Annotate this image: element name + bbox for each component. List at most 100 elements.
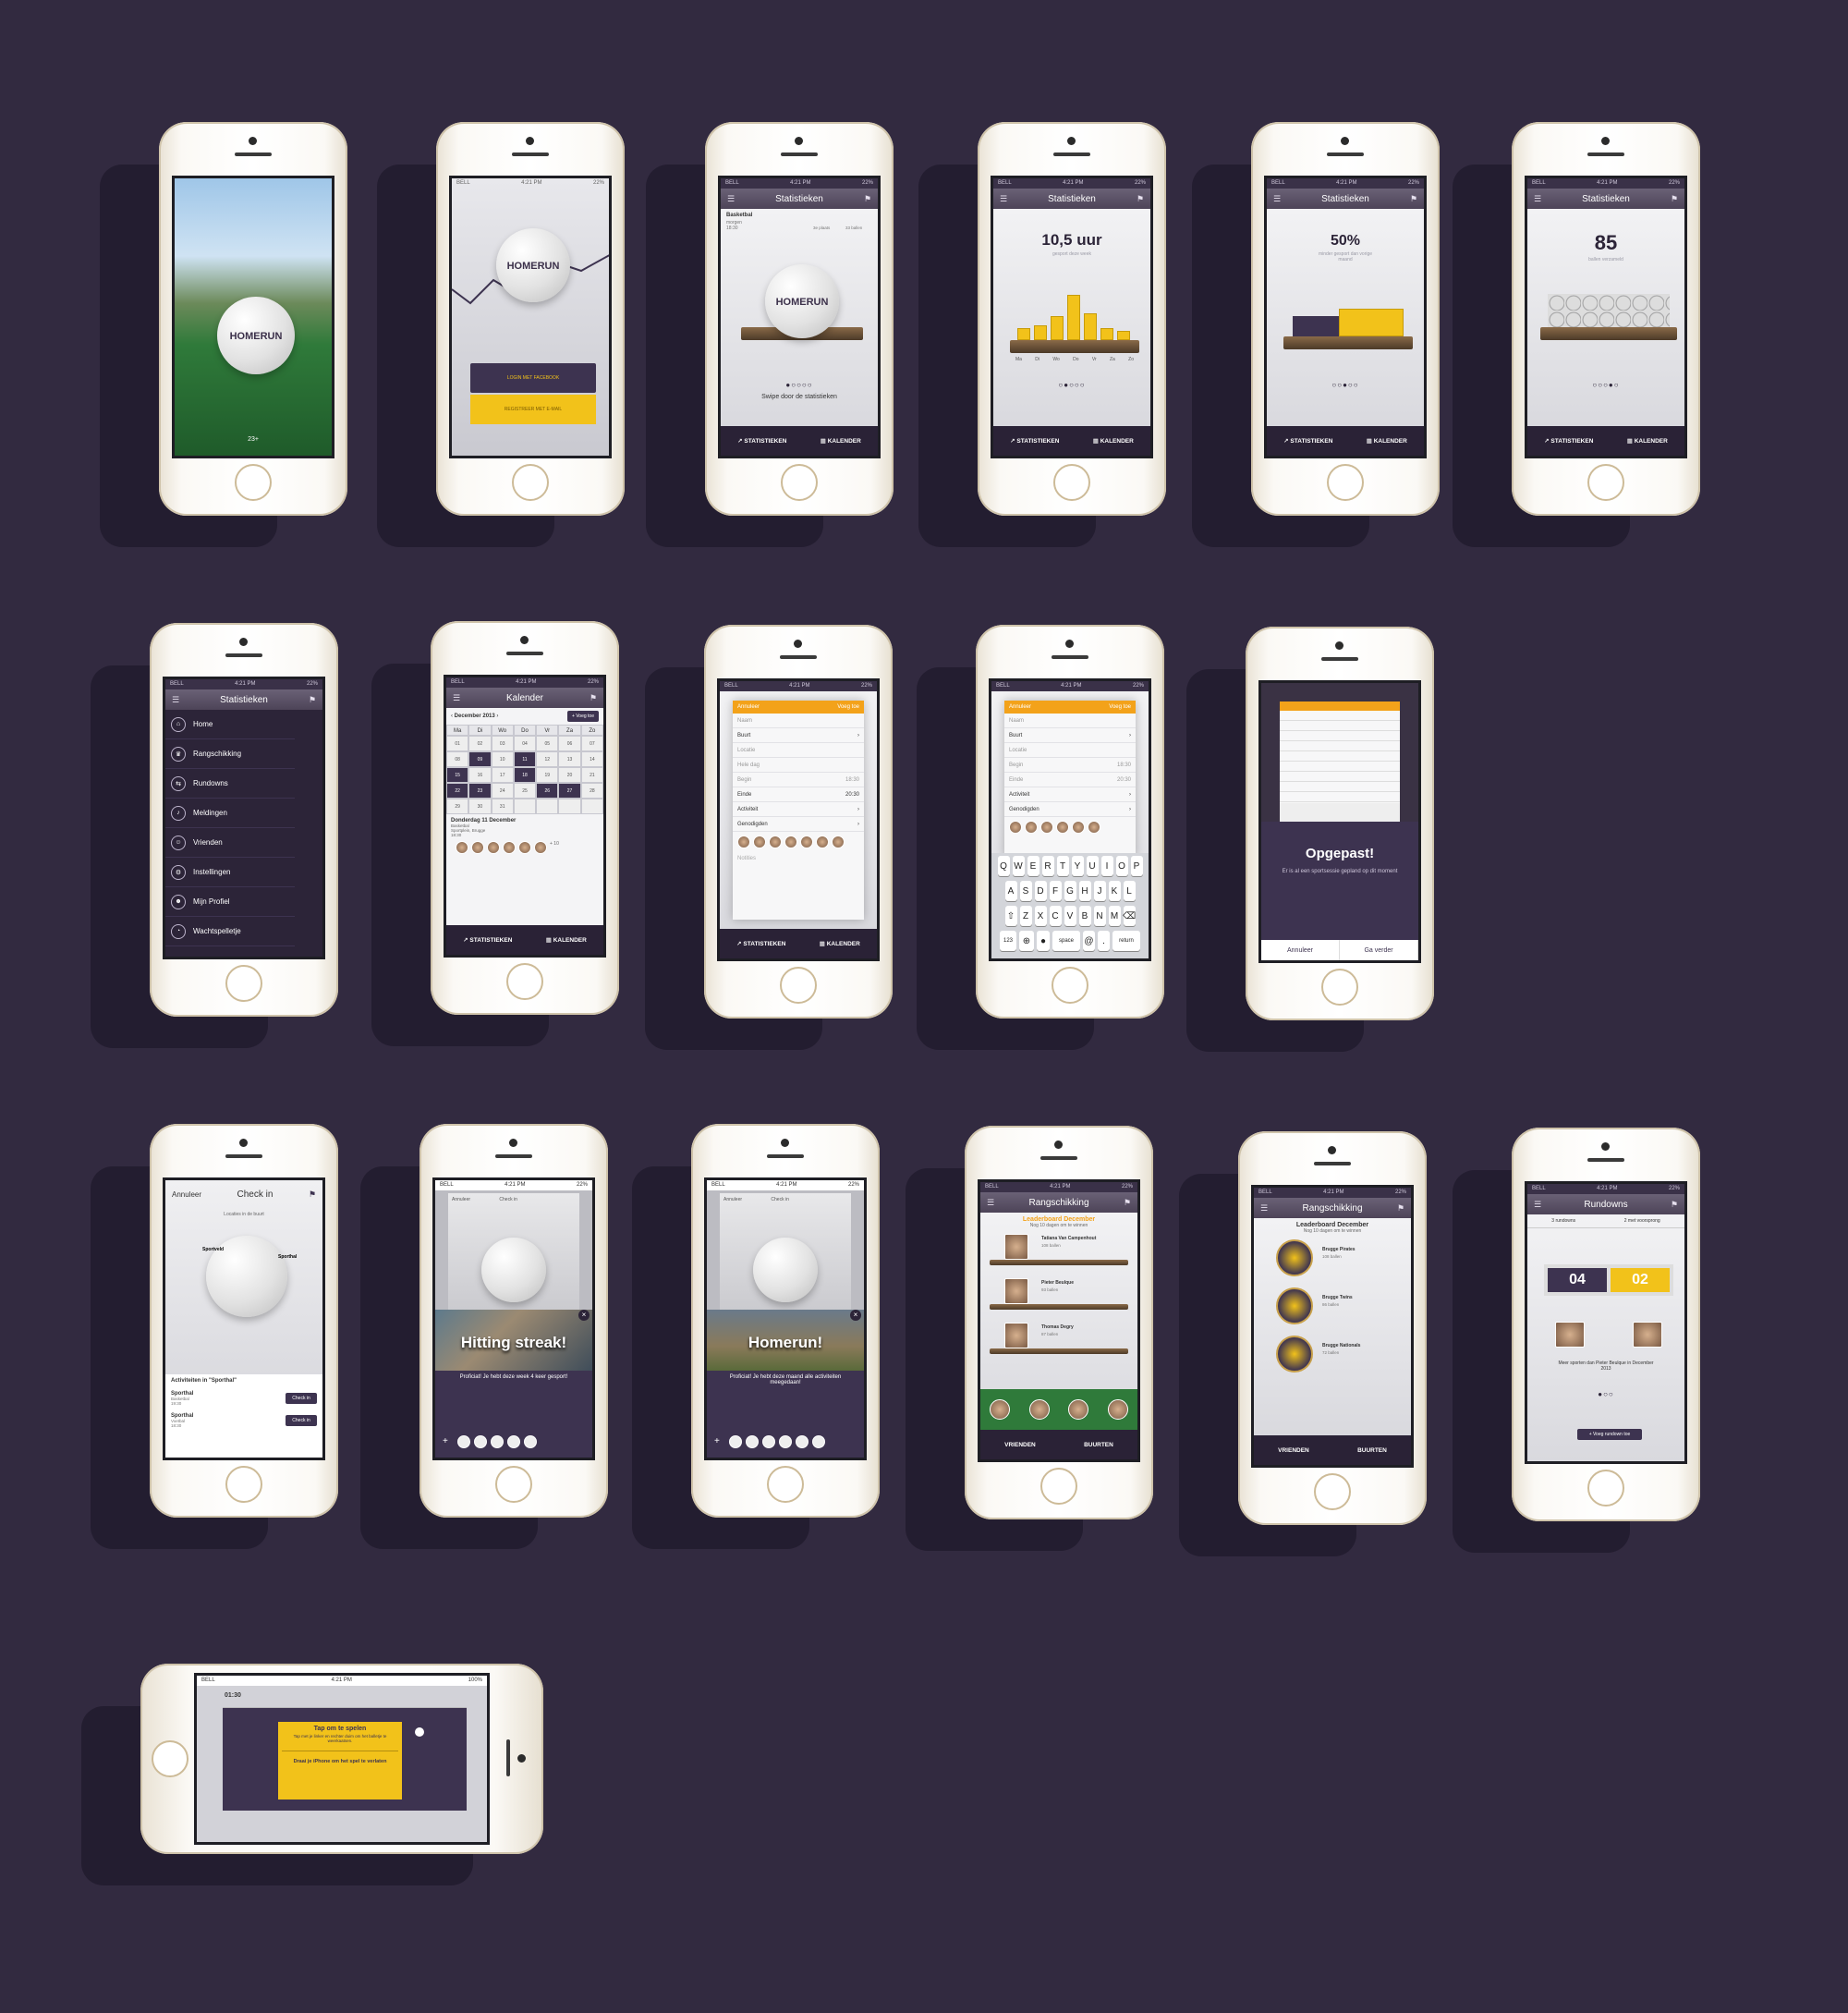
key[interactable]: Z (1019, 906, 1032, 926)
key[interactable]: W (1012, 856, 1025, 876)
tab-statistics[interactable]: ↗ STATISTIEKEN (1010, 437, 1059, 445)
form-row[interactable]: Einde 20:30 (733, 787, 864, 802)
menu-item[interactable]: ☻ Mijn Profiel (165, 887, 295, 917)
key[interactable]: B (1078, 906, 1091, 926)
page-dots[interactable]: ●○○ (1527, 1390, 1684, 1398)
form-row[interactable]: Locatie (733, 743, 864, 758)
tab-calendar[interactable]: ▦ KALENDER (1367, 437, 1407, 445)
calendar-day[interactable]: 20 (558, 767, 581, 783)
menu-item[interactable]: ⌂ Home (165, 710, 295, 739)
calendar-day[interactable]: 14 (580, 751, 603, 767)
home-button[interactable] (235, 464, 272, 501)
location-pin[interactable]: Sportveld (202, 1247, 224, 1252)
home-button[interactable] (225, 1466, 262, 1503)
team-row[interactable]: Brugge Pirates 108 ballen (1263, 1234, 1402, 1282)
key[interactable]: E (1027, 856, 1040, 876)
calendar-day[interactable]: 26 (536, 783, 559, 799)
team-row[interactable]: Brugge Nationals 72 ballen (1263, 1330, 1402, 1378)
calendar-day[interactable]: 25 (513, 783, 537, 799)
key[interactable]: I (1100, 856, 1113, 876)
tab-neighbours[interactable]: BUURTEN (1357, 1447, 1387, 1454)
calendar-day[interactable]: 02 (468, 736, 492, 751)
at-key[interactable]: @ (1083, 931, 1095, 951)
globe-icon[interactable]: ⊕ (1019, 931, 1034, 951)
flag-icon[interactable]: ⚑ (1397, 1203, 1404, 1214)
key[interactable]: G (1064, 881, 1076, 901)
menu-item[interactable]: ♛ Rangschikking (165, 739, 295, 769)
cancel-button[interactable]: Annuleer (1261, 940, 1340, 960)
menu-icon[interactable]: ☰ (1534, 1200, 1541, 1210)
flag-icon[interactable]: ⚑ (590, 693, 597, 703)
form-row[interactable]: Activiteit › (733, 802, 864, 817)
calendar-day[interactable]: 13 (558, 751, 581, 767)
calendar-day[interactable]: 31 (491, 799, 514, 814)
calendar-day[interactable]: 12 (536, 751, 559, 767)
calendar-day[interactable]: 09 (468, 751, 492, 767)
event-card[interactable]: Donderdag 11 December Basketbal Sportple… (446, 814, 603, 861)
add-rundown-button[interactable]: + Voeg rundown toe (1577, 1429, 1642, 1440)
friends-strip[interactable] (980, 1389, 1137, 1430)
flag-icon[interactable]: ⚑ (309, 695, 316, 705)
tab-leading[interactable]: 2 met voorsprong (1624, 1218, 1660, 1224)
flag-icon[interactable]: ⚑ (1410, 194, 1417, 204)
space-key[interactable]: space (1052, 931, 1080, 951)
menu-icon[interactable]: ☰ (1000, 194, 1007, 204)
checkin-button[interactable]: Check in (286, 1393, 317, 1404)
form-row[interactable]: Naam (733, 714, 864, 728)
checkin-button[interactable]: Check in (286, 1415, 317, 1426)
form-row[interactable]: Begin 18:30 (733, 773, 864, 787)
home-button[interactable] (495, 1466, 532, 1503)
home-button[interactable] (1321, 969, 1358, 1006)
key[interactable]: X (1034, 906, 1047, 926)
calendar-day[interactable]: 23 (468, 783, 492, 799)
key[interactable]: R (1041, 856, 1054, 876)
home-button[interactable] (1587, 1470, 1624, 1507)
key[interactable]: V (1064, 906, 1076, 926)
calendar-day[interactable] (580, 799, 603, 814)
register-email-button[interactable]: REGISTREER MET E-MAIL (470, 395, 596, 424)
form-row[interactable]: Buurt › (733, 728, 864, 743)
calendar-day[interactable]: 01 (446, 736, 469, 751)
flag-icon[interactable]: ⚑ (864, 194, 871, 204)
tab-calendar[interactable]: ▦ KALENDER (546, 936, 587, 944)
calendar-day[interactable] (513, 799, 537, 814)
close-icon[interactable]: × (850, 1310, 861, 1321)
calendar-day[interactable]: 27 (558, 783, 581, 799)
tab-statistics[interactable]: ↗ STATISTIEKEN (1283, 437, 1332, 445)
start-overlay[interactable]: Tap om te spelen Tap met je linker en re… (278, 1722, 402, 1800)
close-icon[interactable]: × (578, 1310, 590, 1321)
calendar-day[interactable]: 08 (446, 751, 469, 767)
cancel-button[interactable]: Annuleer (172, 1190, 201, 1199)
calendar-day[interactable]: 16 (468, 767, 492, 783)
calendar-day[interactable]: 19 (536, 767, 559, 783)
tab-statistics[interactable]: ↗ STATISTIEKEN (1544, 437, 1593, 445)
calendar-day[interactable]: 06 (558, 736, 581, 751)
tab-rundowns[interactable]: 3 rundowns (1551, 1218, 1575, 1224)
page-dots[interactable]: ○○○●○ (1527, 381, 1684, 389)
tab-statistics[interactable]: ↗ STATISTIEKEN (736, 940, 785, 947)
tab-friends[interactable]: VRIENDEN (1004, 1442, 1036, 1448)
key[interactable]: D (1034, 881, 1047, 901)
flag-icon[interactable]: ⚑ (309, 1190, 316, 1200)
form-row[interactable]: Hele dag (733, 758, 864, 773)
add-icon[interactable]: + (443, 1436, 448, 1446)
page-dots[interactable]: ○●○○○ (993, 381, 1150, 389)
home-button[interactable] (512, 464, 549, 501)
form-row[interactable]: Activiteit › (1004, 787, 1136, 802)
continue-button[interactable]: Ga verder (1340, 940, 1418, 960)
home-button[interactable] (1053, 464, 1090, 501)
menu-item[interactable]: ⇆ Rundowns (165, 769, 295, 799)
backspace-icon[interactable]: ⌫ (1123, 906, 1136, 926)
calendar-day[interactable]: 29 (446, 799, 469, 814)
location-pin[interactable]: Sporthal (278, 1254, 297, 1260)
calendar-day[interactable]: 07 (580, 736, 603, 751)
menu-icon[interactable]: ☰ (172, 695, 179, 705)
key[interactable]: H (1078, 881, 1091, 901)
add-event-button[interactable]: + Voeg toe (566, 711, 599, 722)
tab-friends[interactable]: VRIENDEN (1278, 1447, 1309, 1454)
menu-item[interactable]: ◔ Wachtspelletje (165, 917, 295, 946)
flag-icon[interactable]: ⚑ (1671, 1200, 1678, 1210)
home-button[interactable] (1052, 967, 1088, 1004)
page-dots[interactable]: ○○●○○ (1267, 381, 1424, 389)
home-button[interactable] (781, 464, 818, 501)
